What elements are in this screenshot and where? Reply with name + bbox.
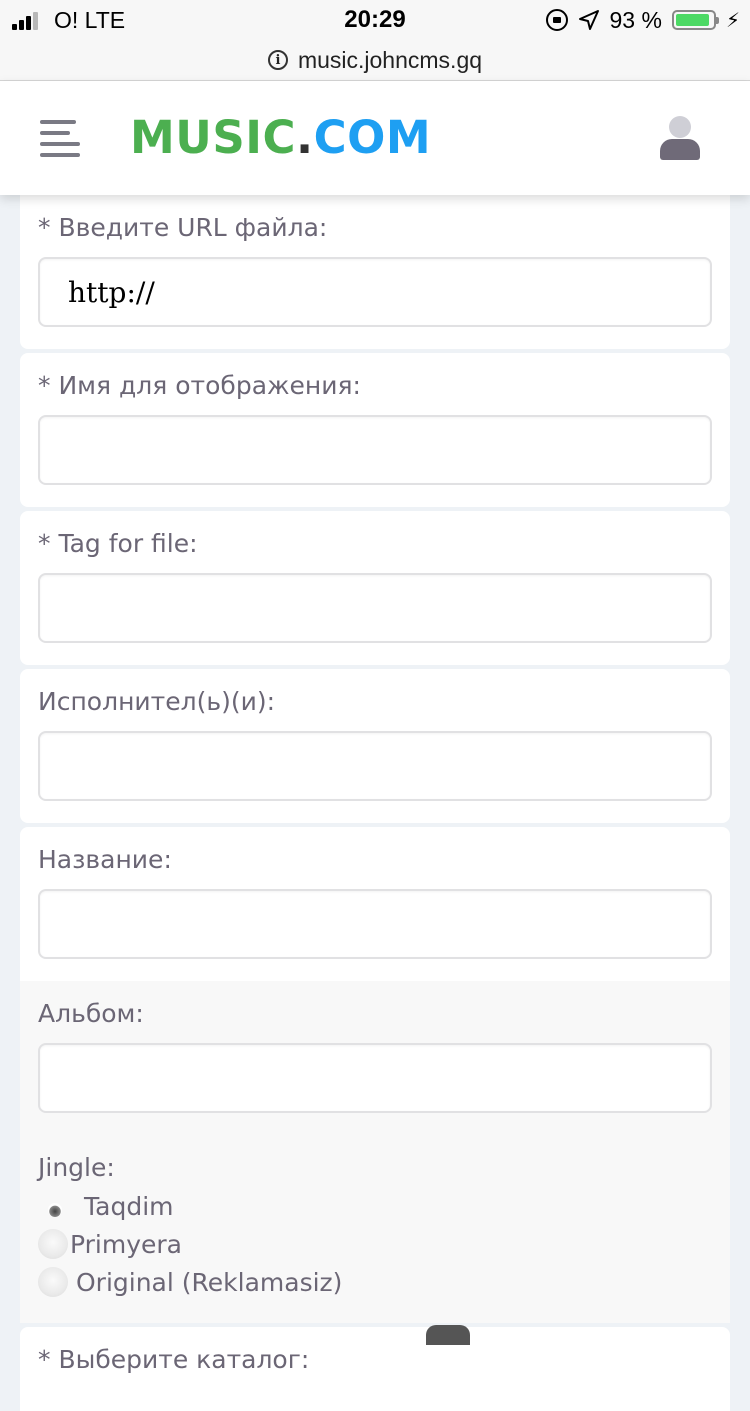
battery-percent: 93 % — [609, 6, 662, 33]
url-bar[interactable]: i music.johncms.gq — [0, 40, 750, 81]
artist-group: Исполнител(ь)(и): — [20, 669, 730, 823]
orientation-lock-icon — [545, 9, 568, 31]
tag-input[interactable] — [38, 573, 712, 643]
jingle-label: Jingle: — [38, 1153, 115, 1182]
display-name-label: * Имя для отображения: — [38, 371, 361, 400]
tag-label: * Tag for file: — [38, 529, 198, 558]
album-label: Альбом: — [38, 999, 144, 1028]
catalog-label: * Выберите каталог: — [38, 1345, 310, 1374]
jingle-option-primyera[interactable]: Primyera — [38, 1225, 712, 1263]
status-bar: O! LTE 20:29 93 % ⚡︎ — [0, 0, 750, 40]
jingle-option-original[interactable]: Original (Reklamasiz) — [38, 1263, 712, 1301]
charging-icon: ⚡︎ — [725, 9, 740, 32]
display-name-group: * Имя для отображения: — [20, 353, 730, 507]
site-logo[interactable]: MUSIC.COM — [130, 111, 431, 164]
site-header: MUSIC.COM — [0, 81, 750, 195]
radio-unchecked-icon[interactable] — [38, 1267, 68, 1297]
menu-icon[interactable] — [40, 120, 80, 158]
radio-checked-icon[interactable] — [48, 1203, 62, 1217]
album-jingle-group: Альбом: Jingle: Taqdim Primyera Original… — [20, 981, 730, 1323]
artist-label: Исполнител(ь)(и): — [38, 687, 275, 716]
title-input[interactable] — [38, 889, 712, 959]
user-icon[interactable] — [660, 116, 700, 162]
upload-form: * Введите URL файла: http:// * Имя для о… — [20, 195, 730, 1411]
url-text[interactable]: music.johncms.gq — [298, 47, 482, 74]
title-label: Название: — [38, 845, 172, 874]
info-icon[interactable]: i — [267, 50, 288, 70]
title-group: Название: — [20, 827, 730, 981]
jingle-option-taqdim[interactable]: Taqdim — [38, 1187, 712, 1225]
catalog-group: * Выберите каталог: — [20, 1327, 730, 1411]
radio-unchecked-icon[interactable] — [38, 1229, 68, 1259]
album-input[interactable] — [38, 1043, 712, 1113]
url-input[interactable]: http:// — [38, 257, 712, 327]
location-arrow-icon — [578, 10, 599, 30]
display-name-input[interactable] — [38, 415, 712, 485]
url-field-label: * Введите URL файла: — [38, 213, 328, 242]
artist-input[interactable] — [38, 731, 712, 801]
scroll-handle[interactable] — [426, 1325, 470, 1345]
battery-icon — [671, 10, 719, 30]
url-field-group: * Введите URL файла: http:// — [20, 195, 730, 349]
tag-group: * Tag for file: — [20, 511, 730, 665]
